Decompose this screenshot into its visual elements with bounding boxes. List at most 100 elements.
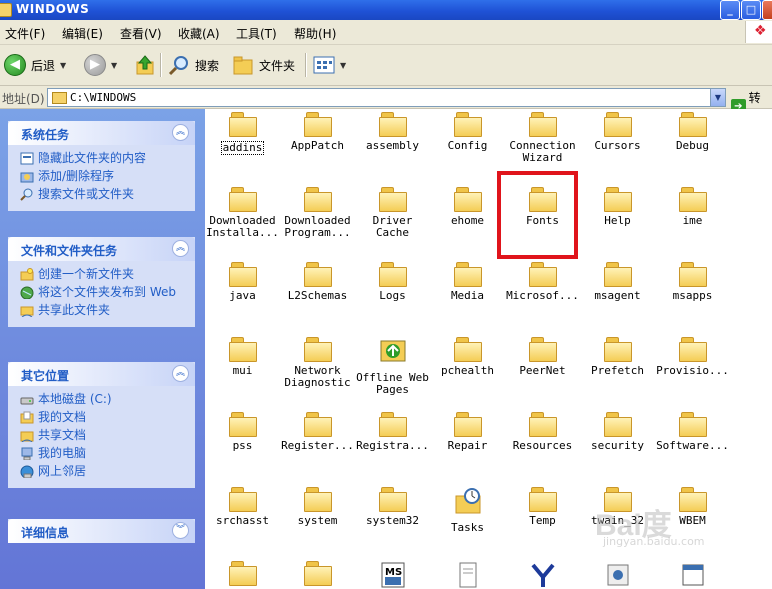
address-dropdown-button[interactable]: ▼ <box>710 88 726 107</box>
file-item[interactable]: Network Diagnostic <box>280 337 355 389</box>
file-item[interactable]: Software... <box>655 412 730 452</box>
title-bar[interactable]: WINDOWS _ □ <box>0 0 772 20</box>
file-item[interactable]: Microsof... <box>505 262 580 302</box>
file-item[interactable]: L2Schemas <box>280 262 355 302</box>
chevron-down-icon[interactable]: ▼ <box>111 61 117 70</box>
file-name: Driver Cache <box>372 214 413 239</box>
file-item[interactable]: pchealth <box>430 337 505 377</box>
file-item[interactable]: ime <box>655 187 730 227</box>
forward-button[interactable]: ▶ ▼ <box>84 52 117 78</box>
file-name: Logs <box>379 289 406 302</box>
file-item[interactable]: Registra... <box>355 412 430 452</box>
file-item[interactable] <box>430 561 505 589</box>
file-item[interactable]: MS <box>355 561 430 589</box>
file-item[interactable]: msagent <box>580 262 655 302</box>
menu-view[interactable]: 查看(V) <box>120 25 162 42</box>
other-places-header[interactable]: 其它位置 ︽ <box>8 362 195 386</box>
menu-help[interactable]: 帮助(H) <box>294 25 336 42</box>
file-name: Help <box>604 214 631 227</box>
folder-icon <box>505 112 580 137</box>
collapse-chevron-icon[interactable]: ︽ <box>172 124 189 141</box>
file-item[interactable]: Media <box>430 262 505 302</box>
collapse-chevron-icon[interactable]: ︽ <box>172 365 189 382</box>
task-search-files[interactable]: 搜索文件或文件夹 <box>20 187 195 201</box>
file-item[interactable]: Provisio... <box>655 337 730 377</box>
task-share-folder[interactable]: 共享此文件夹 <box>20 303 195 317</box>
task-publish-web[interactable]: 将这个文件夹发布到 Web <box>20 285 195 299</box>
details-header[interactable]: 详细信息 ︾ <box>8 519 195 543</box>
file-item[interactable]: msapps <box>655 262 730 302</box>
menu-favorites[interactable]: 收藏(A) <box>178 25 220 42</box>
file-item[interactable]: assembly <box>355 112 430 152</box>
folder-icon <box>355 112 430 137</box>
file-item[interactable]: mui <box>205 337 280 377</box>
folders-label: 文件夹 <box>259 58 296 73</box>
file-item[interactable] <box>655 561 730 589</box>
file-item[interactable]: Cursors <box>580 112 655 152</box>
place-my-computer[interactable]: 我的电脑 <box>20 446 195 460</box>
file-item[interactable]: Downloaded Program... <box>280 187 355 239</box>
file-item[interactable]: Temp <box>505 487 580 527</box>
task-add-remove-programs[interactable]: 添加/删除程序 <box>20 169 195 183</box>
up-button[interactable] <box>134 52 156 78</box>
close-button[interactable] <box>762 0 772 20</box>
address-input[interactable]: C:\WINDOWS <box>47 88 726 107</box>
menu-edit[interactable]: 编辑(E) <box>62 25 103 42</box>
file-item[interactable] <box>580 561 655 589</box>
folders-button[interactable]: 文件夹 <box>232 52 295 78</box>
file-item[interactable]: Repair <box>430 412 505 452</box>
collapse-chevron-icon[interactable]: ︽ <box>172 240 189 257</box>
file-item[interactable]: Prefetch <box>580 337 655 377</box>
back-button[interactable]: ◀ 后退 ▼ <box>4 52 66 78</box>
file-item[interactable]: AppPatch <box>280 112 355 152</box>
search-icon <box>168 56 188 76</box>
file-name: L2Schemas <box>287 289 348 302</box>
task-new-folder[interactable]: 创建一个新文件夹 <box>20 267 195 281</box>
menu-tools[interactable]: 工具(T) <box>236 25 277 42</box>
file-item[interactable]: Connection Wizard <box>505 112 580 164</box>
place-network[interactable]: 网上邻居 <box>20 464 195 478</box>
file-name: Prefetch <box>591 364 644 377</box>
expand-chevron-icon[interactable]: ︾ <box>172 522 189 539</box>
task-hide-contents[interactable]: 隐藏此文件夹的内容 <box>20 151 195 165</box>
file-item[interactable]: Config <box>430 112 505 152</box>
file-item[interactable]: Downloaded Installa... <box>205 187 280 239</box>
file-item[interactable]: security <box>580 412 655 452</box>
file-item[interactable] <box>205 561 280 586</box>
shared-documents-icon <box>20 431 34 442</box>
file-item[interactable]: Tasks <box>430 487 505 534</box>
file-list[interactable]: addins AppPatch assembly Config Connection W… <box>205 109 772 589</box>
file-item[interactable]: addins <box>205 112 280 155</box>
file-item[interactable]: Offline Web Pages <box>355 337 430 396</box>
file-item[interactable]: Help <box>580 187 655 227</box>
file-item[interactable] <box>505 561 580 589</box>
file-item[interactable]: Logs <box>355 262 430 302</box>
chevron-down-icon[interactable]: ▼ <box>340 61 346 70</box>
file-item[interactable]: Resources <box>505 412 580 452</box>
place-shared-documents[interactable]: 共享文档 <box>20 428 195 442</box>
file-item[interactable]: PeerNet <box>505 337 580 377</box>
file-item[interactable]: system32 <box>355 487 430 527</box>
search-button[interactable]: 搜索 <box>168 52 219 78</box>
place-local-disk[interactable]: 本地磁盘 (C:) <box>20 392 195 406</box>
folder-icon <box>280 337 355 362</box>
file-item[interactable]: Debug <box>655 112 730 152</box>
file-tasks-header[interactable]: 文件和文件夹任务 ︽ <box>8 237 195 261</box>
file-item[interactable]: ehome <box>430 187 505 227</box>
system-tasks-header[interactable]: 系统任务 ︽ <box>8 121 195 145</box>
views-button[interactable]: ▼ <box>313 52 346 78</box>
menu-file[interactable]: 文件(F) <box>5 25 45 42</box>
search-label: 搜索 <box>195 58 220 73</box>
file-item[interactable]: Driver Cache <box>355 187 430 239</box>
file-name: Config <box>447 139 488 152</box>
file-item[interactable]: Register... <box>280 412 355 452</box>
place-my-documents[interactable]: 我的文档 <box>20 410 195 424</box>
chevron-down-icon[interactable]: ▼ <box>60 61 66 70</box>
file-item[interactable]: srchasst <box>205 487 280 527</box>
maximize-button[interactable]: □ <box>741 0 761 20</box>
file-item[interactable] <box>280 561 355 586</box>
file-item[interactable]: pss <box>205 412 280 452</box>
file-item[interactable]: java <box>205 262 280 302</box>
minimize-button[interactable]: _ <box>720 0 740 20</box>
file-item[interactable]: system <box>280 487 355 527</box>
